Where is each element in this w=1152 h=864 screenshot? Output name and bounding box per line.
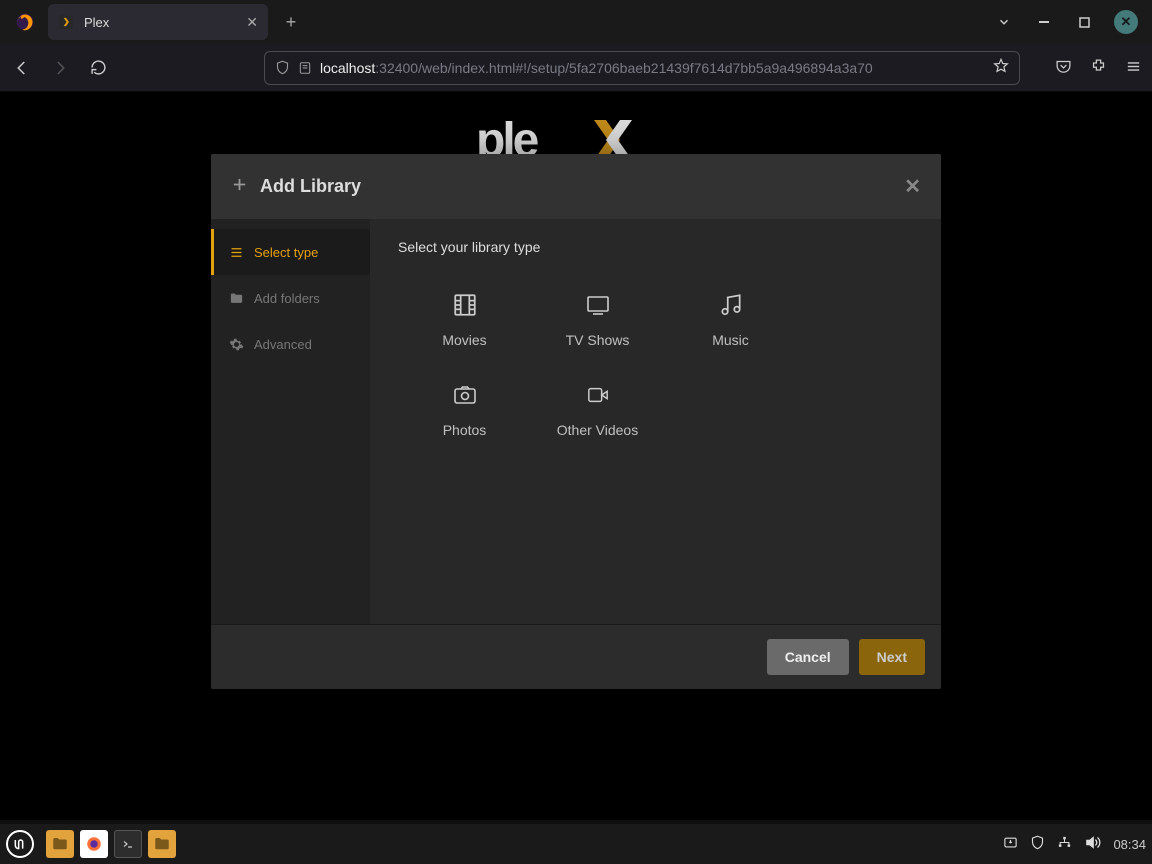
- taskbar-firefox-icon[interactable]: [80, 830, 108, 858]
- film-icon: [449, 292, 481, 318]
- pocket-icon[interactable]: [1055, 58, 1072, 78]
- modal-header: Add Library ✕: [211, 154, 941, 219]
- type-tv-shows[interactable]: TV Shows: [531, 275, 664, 365]
- next-button[interactable]: Next: [859, 639, 925, 675]
- plus-icon: [231, 176, 248, 198]
- start-menu-icon[interactable]: [6, 830, 34, 858]
- bookmark-star-icon[interactable]: [993, 58, 1009, 77]
- back-button[interactable]: [10, 56, 34, 80]
- window-close-icon[interactable]: ✕: [1114, 10, 1138, 34]
- shield-icon: [275, 60, 290, 75]
- url-text: localhost:32400/web/index.html#!/setup/5…: [320, 60, 993, 76]
- type-label: Music: [712, 332, 749, 348]
- tray-volume-icon[interactable]: [1084, 834, 1101, 854]
- type-label: TV Shows: [566, 332, 630, 348]
- new-tab-button[interactable]: +: [276, 7, 306, 37]
- tab-title: Plex: [84, 15, 109, 30]
- step-label: Advanced: [254, 337, 312, 352]
- add-library-modal: Add Library ✕ Select type Add folders Ad…: [211, 154, 941, 689]
- type-label: Other Videos: [557, 422, 638, 438]
- type-label: Movies: [442, 332, 486, 348]
- extensions-icon[interactable]: [1090, 58, 1107, 78]
- window-titlebar: Plex ✕ + ✕: [0, 0, 1152, 44]
- taskbar-terminal-icon[interactable]: [114, 830, 142, 858]
- forward-button[interactable]: [48, 56, 72, 80]
- firefox-icon: [14, 11, 36, 33]
- browser-toolbar: localhost:32400/web/index.html#!/setup/5…: [0, 44, 1152, 92]
- tray-update-icon[interactable]: [1003, 835, 1018, 853]
- tray-clock[interactable]: 08:34: [1113, 837, 1146, 852]
- step-add-folders[interactable]: Add folders: [211, 275, 370, 321]
- step-content: Select your library type Movies TV Shows…: [370, 219, 941, 624]
- modal-close-icon[interactable]: ✕: [904, 174, 921, 199]
- tab-close-icon[interactable]: ✕: [246, 14, 258, 31]
- cancel-button[interactable]: Cancel: [767, 639, 849, 675]
- type-label: Photos: [443, 422, 487, 438]
- tray-shield-icon[interactable]: [1030, 835, 1045, 853]
- type-music[interactable]: Music: [664, 275, 797, 365]
- plex-favicon-icon: [58, 14, 74, 30]
- music-icon: [715, 292, 747, 318]
- url-bar[interactable]: localhost:32400/web/index.html#!/setup/5…: [264, 51, 1020, 85]
- video-icon: [582, 382, 614, 408]
- step-label: Select type: [254, 245, 318, 260]
- maximize-icon[interactable]: [1074, 12, 1094, 32]
- page-info-icon: [298, 61, 312, 75]
- desktop-panel: 08:34: [0, 824, 1152, 864]
- reload-button[interactable]: [86, 56, 110, 80]
- list-all-tabs-icon[interactable]: [994, 12, 1014, 32]
- taskbar-files-icon[interactable]: [46, 830, 74, 858]
- type-movies[interactable]: Movies: [398, 275, 531, 365]
- modal-title: Add Library: [260, 176, 361, 197]
- tv-icon: [582, 292, 614, 318]
- step-select-type[interactable]: Select type: [211, 229, 370, 275]
- content-title: Select your library type: [398, 239, 913, 255]
- step-label: Add folders: [254, 291, 320, 306]
- type-photos[interactable]: Photos: [398, 365, 531, 455]
- wizard-steps: Select type Add folders Advanced: [211, 219, 370, 624]
- page-content: ple Add Library ✕ Select type Add folder…: [0, 92, 1152, 820]
- taskbar-folder-icon[interactable]: [148, 830, 176, 858]
- step-advanced[interactable]: Advanced: [211, 321, 370, 367]
- tray-network-icon[interactable]: [1057, 835, 1072, 853]
- browser-tab[interactable]: Plex ✕: [48, 4, 268, 40]
- type-other-videos[interactable]: Other Videos: [531, 365, 664, 455]
- app-menu-icon[interactable]: [1125, 58, 1142, 78]
- camera-icon: [449, 382, 481, 408]
- minimize-icon[interactable]: [1034, 12, 1054, 32]
- modal-footer: Cancel Next: [211, 624, 941, 689]
